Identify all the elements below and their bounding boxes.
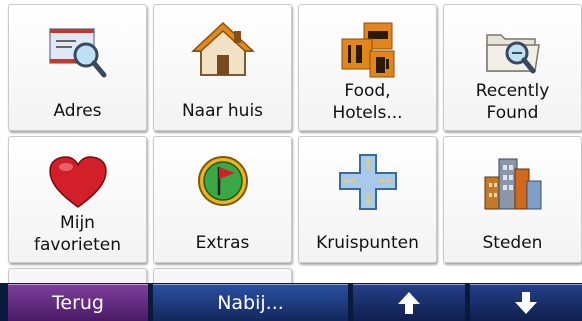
tile-label: Naar huis <box>181 101 264 121</box>
scroll-down-button[interactable] <box>470 284 582 321</box>
intersection-icon <box>338 154 397 210</box>
tile-extras[interactable]: Extras <box>153 136 292 263</box>
tile-label: Food, Hotels... <box>332 81 403 123</box>
arrow-up-icon <box>398 292 420 314</box>
tile-go-home[interactable]: Naar huis <box>153 4 292 131</box>
heart-icon <box>48 156 107 208</box>
tile-label: Adres <box>53 101 102 121</box>
where-to-menu-screen: Adres Naar huis Food, Hotels... Recently… <box>0 0 582 321</box>
flag-extras-icon <box>197 156 248 206</box>
tile-label: Extras <box>195 233 250 253</box>
scroll-up-button[interactable] <box>353 284 465 321</box>
arrow-down-icon <box>515 292 537 314</box>
tile-label: Steden <box>482 233 543 253</box>
tile-food-hotels[interactable]: Food, Hotels... <box>298 4 437 131</box>
food-hotels-icon <box>341 22 394 78</box>
tile-label: Recently Found <box>475 81 550 123</box>
tile-label: Mijn favorieten <box>34 213 121 255</box>
tile-recently-found[interactable]: Recently Found <box>443 4 582 131</box>
tile-address[interactable]: Adres <box>8 4 147 131</box>
back-button[interactable]: Terug <box>8 284 148 321</box>
tile-intersections[interactable]: Kruispunten <box>298 136 437 263</box>
city-buildings-icon <box>484 158 541 210</box>
home-icon <box>190 21 255 76</box>
near-button-label: Nabij... <box>217 292 284 314</box>
tile-label: Kruispunten <box>316 233 419 253</box>
address-envelope-icon <box>48 28 106 78</box>
tile-cities[interactable]: Steden <box>443 136 582 263</box>
tile-my-favorites[interactable]: Mijn favorieten <box>8 136 147 263</box>
recently-found-folder-icon <box>485 34 540 74</box>
near-button[interactable]: Nabij... <box>153 284 348 321</box>
back-button-label: Terug <box>52 292 104 314</box>
